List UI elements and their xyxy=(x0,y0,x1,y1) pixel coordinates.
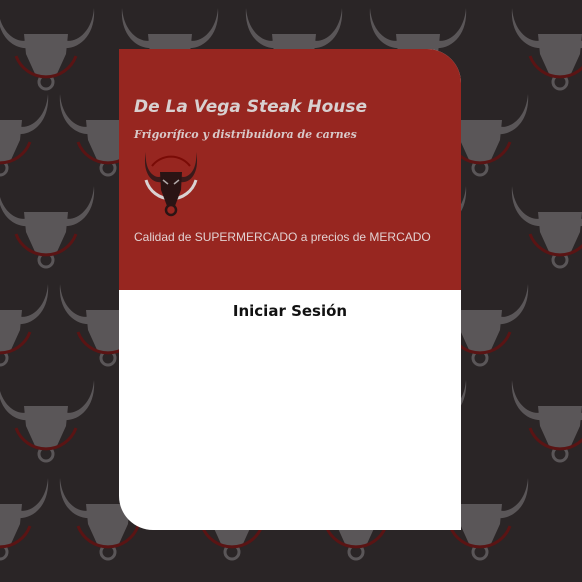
bull-pattern-icon xyxy=(0,476,50,561)
brand-header: De La Vega Steak House Frigorífico y dis… xyxy=(119,49,461,290)
login-card: De La Vega Steak House Frigorífico y dis… xyxy=(119,49,461,530)
login-title: Iniciar Sesión xyxy=(232,302,348,320)
bull-pattern-icon xyxy=(0,92,50,177)
bull-pattern-icon xyxy=(0,184,96,269)
bull-pattern-icon xyxy=(510,6,582,91)
brand-subtitle: Frigorífico y distribuidora de carnes xyxy=(134,128,357,141)
bull-pattern-icon xyxy=(510,378,582,463)
bull-pattern-icon xyxy=(0,378,96,463)
bull-head-icon xyxy=(140,150,202,218)
bull-pattern-icon xyxy=(0,6,96,91)
brand-title: De La Vega Steak House xyxy=(134,97,368,117)
brand-tagline: Calidad de SUPERMERCADO a precios de MER… xyxy=(134,230,431,244)
bull-pattern-icon xyxy=(0,282,50,367)
bull-pattern-icon xyxy=(510,184,582,269)
